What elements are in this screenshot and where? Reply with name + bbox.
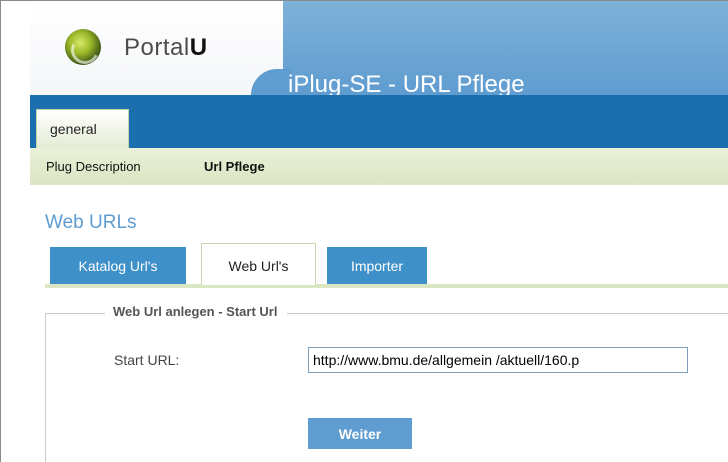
subnav-item-url-pflege[interactable]: Url Pflege (204, 159, 265, 174)
portal-u-globe-icon (65, 29, 101, 65)
start-url-label: Start URL: (114, 352, 180, 368)
app-window: PortalU iPlug-SE - URL Pflege general Pl… (0, 0, 728, 462)
tab-general[interactable]: general (36, 109, 129, 149)
tab-importer[interactable]: Importer (327, 247, 427, 284)
main-nav-bar (30, 95, 728, 148)
logo-text: PortalU (124, 34, 208, 62)
weiter-button[interactable]: Weiter (308, 418, 412, 449)
logo-area: PortalU (30, 1, 283, 95)
subnav-item-plug-description[interactable]: Plug Description (46, 159, 141, 174)
section-title: Web URLs (45, 212, 137, 233)
tabs-underline (45, 284, 728, 288)
sub-nav: Plug Description Url Pflege (30, 148, 728, 185)
logo-text-bold: U (189, 34, 208, 61)
logo-text-light: Portal (124, 34, 190, 61)
start-url-input[interactable] (308, 347, 688, 373)
tab-web-urls[interactable]: Web Url's (201, 243, 316, 285)
fieldset-legend: Web Url anlegen - Start Url (105, 304, 288, 319)
tab-katalog-urls[interactable]: Katalog Url's (50, 247, 186, 284)
